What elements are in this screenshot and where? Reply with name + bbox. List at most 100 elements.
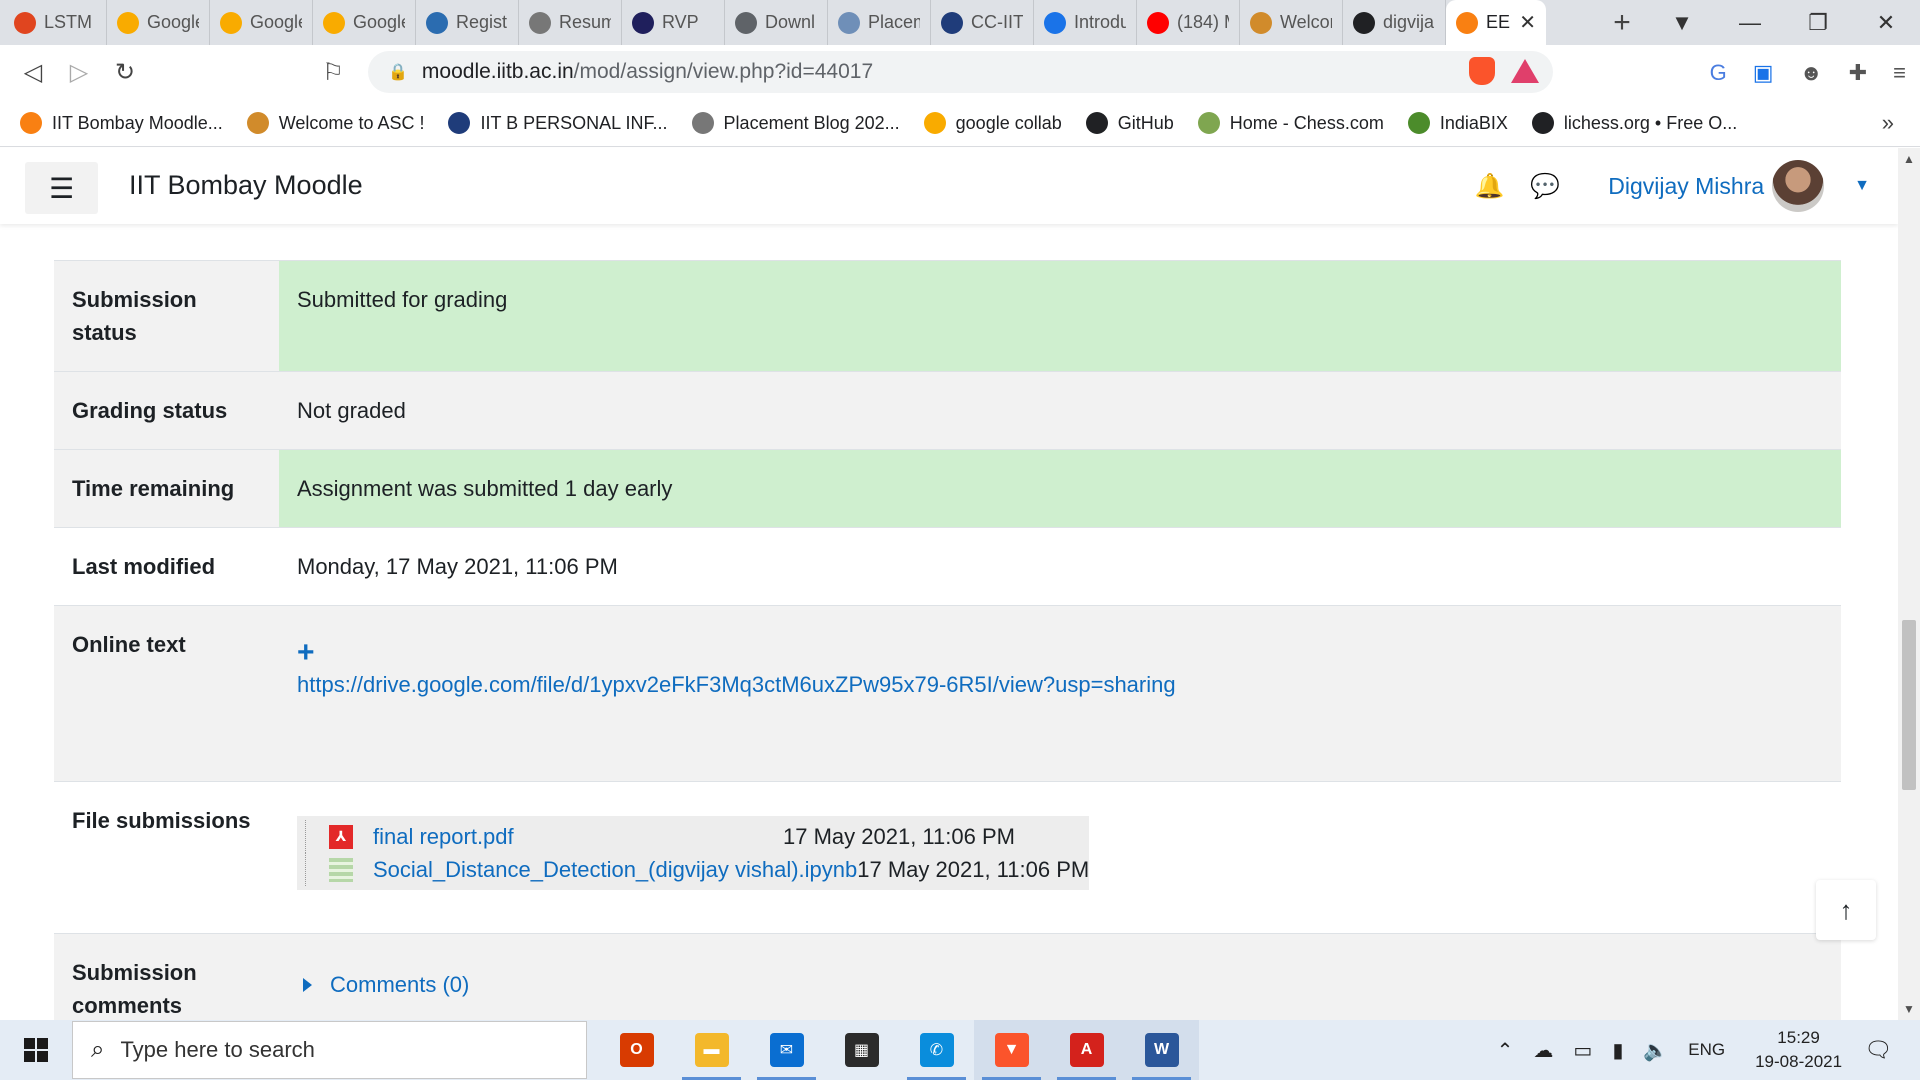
bookmark-item[interactable]: lichess.org • Free O... xyxy=(1531,112,1737,134)
browser-tab-active[interactable]: EE ✕ xyxy=(1446,0,1546,45)
incognito-extension-icon[interactable]: ☻ xyxy=(1800,60,1823,86)
comments-link[interactable]: Comments (0) xyxy=(330,968,469,1001)
taskbar-app[interactable]: A xyxy=(1049,1020,1124,1080)
bell-icon[interactable]: 🔔 xyxy=(1474,172,1504,201)
taskbar-app[interactable]: O xyxy=(599,1020,674,1080)
search-icon: ⌕ xyxy=(91,1036,105,1063)
bookmark-item[interactable]: IIT B PERSONAL INF... xyxy=(448,112,668,134)
taskbar-app[interactable]: ✉ xyxy=(749,1020,824,1080)
drive-link[interactable]: https://drive.google.com/file/d/1ypxv2eF… xyxy=(297,672,1176,697)
notification-center-icon[interactable]: 🗨 xyxy=(1864,1037,1892,1063)
bookmark-label: Welcome to ASC ! xyxy=(278,112,425,133)
bookmark-item[interactable]: Placement Blog 202... xyxy=(691,112,900,134)
avatar[interactable] xyxy=(1772,160,1825,212)
notebook-file-icon xyxy=(329,857,353,882)
browser-tab[interactable]: LSTM - xyxy=(4,0,107,45)
browser-tab[interactable]: Downl xyxy=(725,0,828,45)
google-translate-icon[interactable]: G xyxy=(1710,60,1727,86)
taskbar-app[interactable]: ▦ xyxy=(824,1020,899,1080)
brave-shields-icon[interactable] xyxy=(1469,57,1495,85)
clock[interactable]: 15:29 19-08-2021 xyxy=(1755,1026,1842,1074)
back-arrow-icon[interactable]: ◁ xyxy=(10,58,56,87)
chat-bubble-icon[interactable]: 💬 xyxy=(1530,172,1560,201)
browser-tab[interactable]: Introdu xyxy=(1034,0,1137,45)
site-name[interactable]: IIT Bombay Moodle xyxy=(129,170,363,201)
browser-tab[interactable]: Google xyxy=(313,0,416,45)
language-indicator[interactable]: ENG xyxy=(1688,1040,1725,1060)
table-row: Time remaining Assignment was submitted 1… xyxy=(54,449,1841,528)
bookmark-icon[interactable]: ⚐ xyxy=(310,58,356,87)
store-icon: ▦ xyxy=(844,1033,879,1067)
tab-label: CC-IITB xyxy=(971,12,1023,32)
bookmark-item[interactable]: Home - Chess.com xyxy=(1197,112,1384,134)
github-icon xyxy=(1085,112,1108,134)
tab-label: Downl xyxy=(765,12,816,32)
new-tab-button[interactable]: + xyxy=(1596,0,1648,45)
forward-arrow-icon[interactable]: ▷ xyxy=(56,58,102,87)
iitb-logo-icon xyxy=(426,11,448,34)
taskbar-app[interactable]: ▼ xyxy=(974,1020,1049,1080)
whatsapp-icon: ✆ xyxy=(919,1033,954,1067)
scroll-down-arrow-icon[interactable]: ▼ xyxy=(1898,1002,1920,1016)
brave-rewards-icon[interactable] xyxy=(1511,59,1539,83)
bookmark-item[interactable]: GitHub xyxy=(1085,112,1174,134)
file-tree: ⅄ final report.pdf 17 May 2021, 11:06 PM So… xyxy=(297,816,1090,890)
screen-capture-icon[interactable]: ▣ xyxy=(1753,60,1774,86)
user-name[interactable]: Digvijay Mishra xyxy=(1608,173,1764,200)
window-controls: ▼ — ❐ ✕ xyxy=(1648,0,1920,45)
taskbar-app[interactable]: W xyxy=(1124,1020,1199,1080)
chevron-up-icon[interactable]: ⌃ xyxy=(1497,1038,1514,1063)
volume-icon[interactable]: 🔈 xyxy=(1643,1038,1668,1063)
close-window-button[interactable]: ✕ xyxy=(1852,10,1920,36)
tab-label: digvija xyxy=(1383,12,1435,32)
maximize-button[interactable]: ❐ xyxy=(1784,10,1852,36)
browser-tab[interactable]: Google xyxy=(107,0,210,45)
bookmark-item[interactable]: IIT Bombay Moodle... xyxy=(20,112,223,134)
url-host: moodle.iitb.ac.in xyxy=(421,60,574,83)
browser-tab[interactable]: Resum xyxy=(519,0,622,45)
hamburger-menu-icon[interactable]: ☰ xyxy=(25,162,98,214)
address-bar[interactable]: 🔒 moodle.iitb.ac.in/mod/assign/view.php?… xyxy=(368,51,1553,93)
windows-start-icon[interactable] xyxy=(0,1020,72,1080)
reload-icon[interactable]: ↻ xyxy=(102,58,148,87)
omnibox-actions xyxy=(1469,57,1539,85)
battery-icon[interactable]: ▮ xyxy=(1612,1038,1623,1063)
taskbar-app[interactable]: ▬ xyxy=(674,1020,749,1080)
youtube-icon xyxy=(1147,11,1169,34)
bookmark-item[interactable]: IndiaBIX xyxy=(1407,112,1508,134)
taskbar-search-input[interactable]: ⌕ Type here to search xyxy=(72,1021,587,1079)
file-name-link[interactable]: Social_Distance_Detection_(digvijay vish… xyxy=(373,853,857,886)
bookmark-item[interactable]: google collab xyxy=(923,112,1062,134)
lock-icon[interactable]: 🔒 xyxy=(388,62,408,82)
close-tab-icon[interactable]: ✕ xyxy=(1519,10,1536,35)
browser-tab[interactable]: (184) M xyxy=(1137,0,1240,45)
browser-tab[interactable]: Regist xyxy=(416,0,519,45)
browser-tab[interactable]: CC-IITB xyxy=(931,0,1034,45)
bookmarks-overflow-icon[interactable]: » xyxy=(1882,110,1894,136)
minimize-button[interactable]: — xyxy=(1716,10,1784,36)
bookmark-item[interactable]: Welcome to ASC ! xyxy=(246,112,425,134)
browser-tab[interactable]: Placem xyxy=(828,0,931,45)
plus-expand-icon[interactable]: + xyxy=(297,638,1823,668)
pdf-file-icon: ⅄ xyxy=(329,824,353,849)
scroll-up-arrow-icon[interactable]: ▲ xyxy=(1898,152,1920,166)
back-to-top-arrow-icon[interactable]: ↑ xyxy=(1816,880,1876,940)
scroll-thumb[interactable] xyxy=(1902,620,1916,790)
bookmark-label: IIT Bombay Moodle... xyxy=(52,112,223,133)
browser-menu-icon[interactable]: ≡ xyxy=(1893,60,1906,86)
puzzle-extensions-icon[interactable]: ✚ xyxy=(1849,60,1867,86)
browser-tab[interactable]: Google xyxy=(210,0,313,45)
browser-tab[interactable]: RVP xyxy=(622,0,725,45)
tab-search-icon[interactable]: ▼ xyxy=(1648,10,1716,36)
file-name-link[interactable]: final report.pdf xyxy=(373,820,783,853)
browser-tab[interactable]: digvija xyxy=(1343,0,1446,45)
user-menu-caret-icon[interactable]: ▼ xyxy=(1854,177,1870,195)
caret-right-icon xyxy=(303,977,312,992)
comments-toggle[interactable]: Comments (0) xyxy=(303,968,1823,1001)
onedrive-cloud-icon[interactable]: ☁ xyxy=(1533,1038,1553,1063)
network-icon[interactable]: ▭ xyxy=(1573,1038,1592,1063)
colab-icon xyxy=(220,11,242,34)
browser-tab[interactable]: Welcom xyxy=(1240,0,1343,45)
page-scrollbar[interactable]: ▲ ▼ xyxy=(1898,148,1920,1020)
taskbar-app[interactable]: ✆ xyxy=(899,1020,974,1080)
